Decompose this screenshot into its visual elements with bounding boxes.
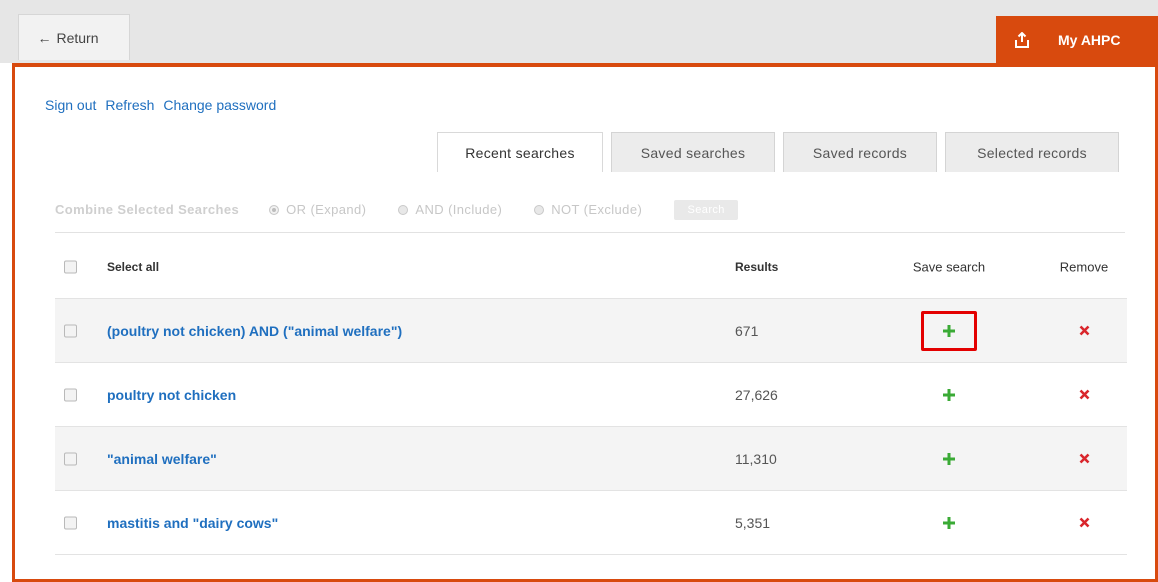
radio-or-label: OR (Expand): [286, 202, 367, 217]
account-links: Sign out Refresh Change password: [45, 97, 276, 113]
results-count: 27,626: [735, 386, 778, 403]
x-icon[interactable]: [1074, 513, 1094, 533]
table-row: poultry not chicken 27,626: [55, 363, 1127, 427]
sign-out-link[interactable]: Sign out: [45, 97, 96, 113]
x-icon[interactable]: [1074, 449, 1094, 469]
my-ahpc-panel: Sign out Refresh Change password Recent …: [12, 63, 1158, 582]
results-count: 11,310: [735, 450, 777, 467]
tab-saved-records[interactable]: Saved records: [783, 132, 937, 172]
tab-selected-records[interactable]: Selected records: [945, 132, 1119, 172]
x-icon[interactable]: [1074, 321, 1094, 341]
my-ahpc-label: My AHPC: [1058, 31, 1121, 48]
row-checkbox[interactable]: [64, 388, 77, 401]
top-bar: ← Return My AHPC: [0, 0, 1158, 63]
table-row: mastitis and "dairy cows" 5,351: [55, 491, 1127, 555]
plus-icon[interactable]: [938, 384, 960, 406]
radio-or[interactable]: OR (Expand): [269, 202, 366, 217]
radio-and-label: AND (Include): [415, 202, 503, 217]
search-query-link[interactable]: poultry not chicken: [107, 387, 236, 403]
radio-not-label: NOT (Exclude): [551, 202, 643, 217]
results-count: 5,351: [735, 514, 771, 531]
plus-icon[interactable]: [938, 448, 960, 470]
x-icon[interactable]: [1074, 385, 1094, 405]
select-all-label: Select all: [107, 259, 160, 274]
plus-icon[interactable]: [938, 512, 960, 534]
tab-saved-searches[interactable]: Saved searches: [611, 132, 775, 172]
row-checkbox[interactable]: [64, 324, 77, 337]
table-row: (poultry not chicken) AND ("animal welfa…: [55, 299, 1127, 363]
tab-bar: Recent searches Saved searches Saved rec…: [437, 132, 1119, 172]
radio-dot-selected: [269, 204, 280, 215]
change-password-link[interactable]: Change password: [163, 97, 276, 113]
select-all-checkbox[interactable]: [64, 260, 77, 273]
arrow-left-icon: ←: [37, 29, 52, 46]
radio-not[interactable]: NOT (Exclude): [534, 202, 642, 217]
table-row: "animal welfare" 11,310: [55, 427, 1127, 491]
results-header: Results: [735, 259, 779, 274]
remove-header: Remove: [1059, 259, 1109, 274]
tab-recent-searches[interactable]: Recent searches: [437, 132, 603, 172]
search-query-link[interactable]: (poultry not chicken) AND ("animal welfa…: [107, 323, 402, 339]
recent-searches-table: Select all Results Save search Remove (p…: [55, 235, 1127, 555]
results-count: 671: [735, 322, 759, 339]
refresh-link[interactable]: Refresh: [105, 97, 154, 113]
table-header-row: Select all Results Save search Remove: [55, 235, 1127, 299]
combine-searches-bar: Combine Selected Searches OR (Expand) AN…: [55, 187, 1125, 233]
search-query-link[interactable]: mastitis and "dairy cows": [107, 515, 278, 531]
my-ahpc-button[interactable]: My AHPC: [996, 16, 1158, 63]
radio-and[interactable]: AND (Include): [398, 202, 502, 217]
radio-dot: [398, 204, 409, 215]
search-query-link[interactable]: "animal welfare": [107, 451, 217, 467]
row-checkbox[interactable]: [64, 516, 77, 529]
plus-icon[interactable]: [938, 320, 960, 342]
combine-search-button[interactable]: Search: [674, 199, 739, 220]
return-button[interactable]: ← Return: [18, 14, 130, 60]
save-search-header: Save search: [912, 259, 986, 274]
share-export-icon: [1014, 31, 1030, 48]
radio-dot: [534, 204, 545, 215]
row-checkbox[interactable]: [64, 452, 77, 465]
combine-label: Combine Selected Searches: [55, 202, 240, 217]
return-label: Return: [56, 29, 99, 46]
